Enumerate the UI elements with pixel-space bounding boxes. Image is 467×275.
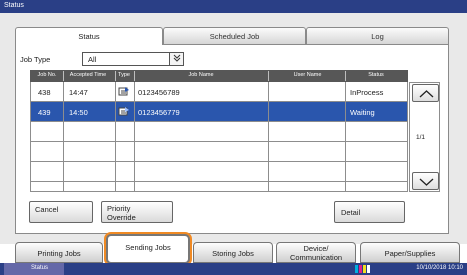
col-status: Status (368, 72, 384, 78)
priority-label-line2: Override (107, 213, 136, 222)
col-accepted-time: Accepted Time (69, 72, 107, 78)
col-job-no: Job No. (37, 72, 57, 78)
job-type-value: All (88, 55, 97, 64)
scroll-up-button[interactable] (412, 84, 439, 102)
detail-button[interactable]: Detail (334, 201, 405, 223)
status-bar-label[interactable]: Status (4, 263, 64, 275)
tab-status[interactable]: Status (15, 27, 163, 45)
toner-level-icon (355, 265, 370, 273)
device-label-line1: Device/ (303, 244, 329, 253)
bottom-tab-storing-jobs[interactable]: Storing Jobs (193, 242, 273, 263)
chevron-down-icon (419, 178, 434, 186)
bottom-tab-paper-supplies[interactable]: Paper/Supplies (360, 242, 460, 263)
tab-log[interactable]: Log (306, 27, 449, 44)
col-user-name: User Name (293, 72, 322, 78)
status-bar: Status 10/10/2018 10:10 (0, 263, 467, 275)
bottom-tab-sending-jobs[interactable]: Sending Jobs (106, 234, 190, 264)
bottom-tab-printing-jobs[interactable]: Printing Jobs (15, 242, 103, 263)
page-indicator: 1/1 (416, 134, 426, 141)
job-type-select[interactable]: All (82, 52, 184, 66)
col-type: Type (118, 72, 130, 78)
job-type-label: Job Type (20, 55, 51, 64)
priority-override-button[interactable]: Priority Override (101, 201, 173, 223)
double-chevron-down-icon[interactable] (169, 53, 183, 65)
priority-label-line1: Priority (107, 204, 131, 213)
device-label-line2: Communication (289, 253, 343, 262)
col-job-name: Job Name (188, 72, 214, 78)
cancel-button[interactable]: Cancel (29, 201, 93, 223)
bottom-tab-device-communication[interactable]: Device/ Communication (276, 242, 356, 263)
window-title: Status (0, 0, 467, 13)
table-header: Job No. Accepted Time Type Job Name User… (30, 70, 408, 82)
datetime: 10/10/2018 10:10 (416, 265, 463, 271)
scroll-down-button[interactable] (412, 172, 439, 190)
chevron-up-icon (419, 90, 434, 98)
tab-scheduled-job[interactable]: Scheduled Job (163, 27, 306, 44)
